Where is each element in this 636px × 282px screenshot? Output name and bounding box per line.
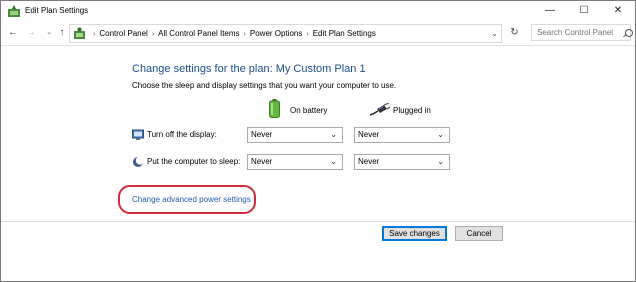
breadcrumb-separator[interactable]: › [244, 31, 246, 38]
battery-icon [269, 99, 280, 118]
address-bar[interactable]: › Control Panel › All Control Panel Items › P… [69, 24, 502, 43]
page-subtitle: Choose the sleep and display settings th… [132, 81, 397, 90]
turn-off-display-label: Turn off the display: [147, 130, 217, 139]
power-plug-icon [369, 103, 391, 116]
close-button[interactable]: ✕ [601, 1, 635, 21]
main-content: Change settings for the plan: My Custom … [1, 45, 635, 281]
breadcrumb: › Control Panel › All Control Panel Items › P… [89, 25, 376, 42]
address-dropdown-chevron-icon[interactable]: ⌄ [491, 25, 498, 42]
chevron-down-icon: ⌄ [330, 130, 337, 139]
footer-divider [1, 221, 635, 222]
breadcrumb-edit-plan-settings[interactable]: Edit Plan Settings [313, 29, 376, 38]
display-icon [132, 129, 144, 140]
selected-value: Never [358, 130, 380, 139]
forward-arrow-icon[interactable]: → [24, 26, 38, 40]
breadcrumb-power-options[interactable]: Power Options [250, 29, 302, 38]
search-input[interactable] [531, 24, 631, 41]
display-plugged-in-select[interactable]: Never ⌄ [354, 127, 450, 143]
control-panel-icon [74, 27, 85, 39]
sleep-plugged-in-select[interactable]: Never ⌄ [354, 154, 450, 170]
back-arrow-icon[interactable]: ← [6, 26, 20, 40]
breadcrumb-separator[interactable]: › [306, 31, 308, 38]
chevron-down-icon: ⌄ [437, 157, 444, 166]
maximize-button[interactable]: ☐ [567, 1, 601, 21]
power-options-icon [8, 5, 20, 17]
selected-value: Never [251, 130, 273, 139]
chevron-down-icon: ⌄ [437, 130, 444, 139]
title-bar: Edit Plan Settings — ☐ ✕ [1, 1, 635, 21]
sleep-on-battery-select[interactable]: Never ⌄ [247, 154, 343, 170]
minimize-button[interactable]: — [533, 1, 567, 21]
sleep-label: Put the computer to sleep: [147, 157, 241, 166]
navigation-bar: ← → ⌄ ↑ › Control Panel › All Control Panel… [1, 21, 635, 45]
sleep-moon-icon [133, 156, 144, 167]
recent-locations-chevron-icon[interactable]: ⌄ [42, 26, 56, 40]
window-title: Edit Plan Settings [25, 6, 89, 15]
edit-plan-settings-window: Edit Plan Settings — ☐ ✕ ← → ⌄ ↑ › Contro… [0, 0, 636, 282]
page-title: Change settings for the plan: My Custom … [132, 63, 366, 75]
advanced-power-settings-link[interactable]: Change advanced power settings [132, 195, 251, 204]
chevron-down-icon: ⌄ [330, 157, 337, 166]
on-battery-label: On battery [290, 106, 328, 115]
refresh-icon[interactable]: ↻ [506, 24, 523, 41]
breadcrumb-separator[interactable]: › [93, 31, 95, 38]
plugged-in-label: Plugged in [393, 106, 431, 115]
search-icon[interactable] [625, 29, 633, 37]
selected-value: Never [251, 157, 273, 166]
breadcrumb-all-items[interactable]: All Control Panel Items [158, 29, 239, 38]
display-on-battery-select[interactable]: Never ⌄ [247, 127, 343, 143]
cancel-button[interactable]: Cancel [455, 226, 503, 241]
selected-value: Never [358, 157, 380, 166]
up-arrow-icon[interactable]: ↑ [55, 26, 69, 40]
save-changes-button[interactable]: Save changes [382, 226, 447, 241]
breadcrumb-separator[interactable]: › [152, 31, 154, 38]
breadcrumb-control-panel[interactable]: Control Panel [99, 29, 147, 38]
